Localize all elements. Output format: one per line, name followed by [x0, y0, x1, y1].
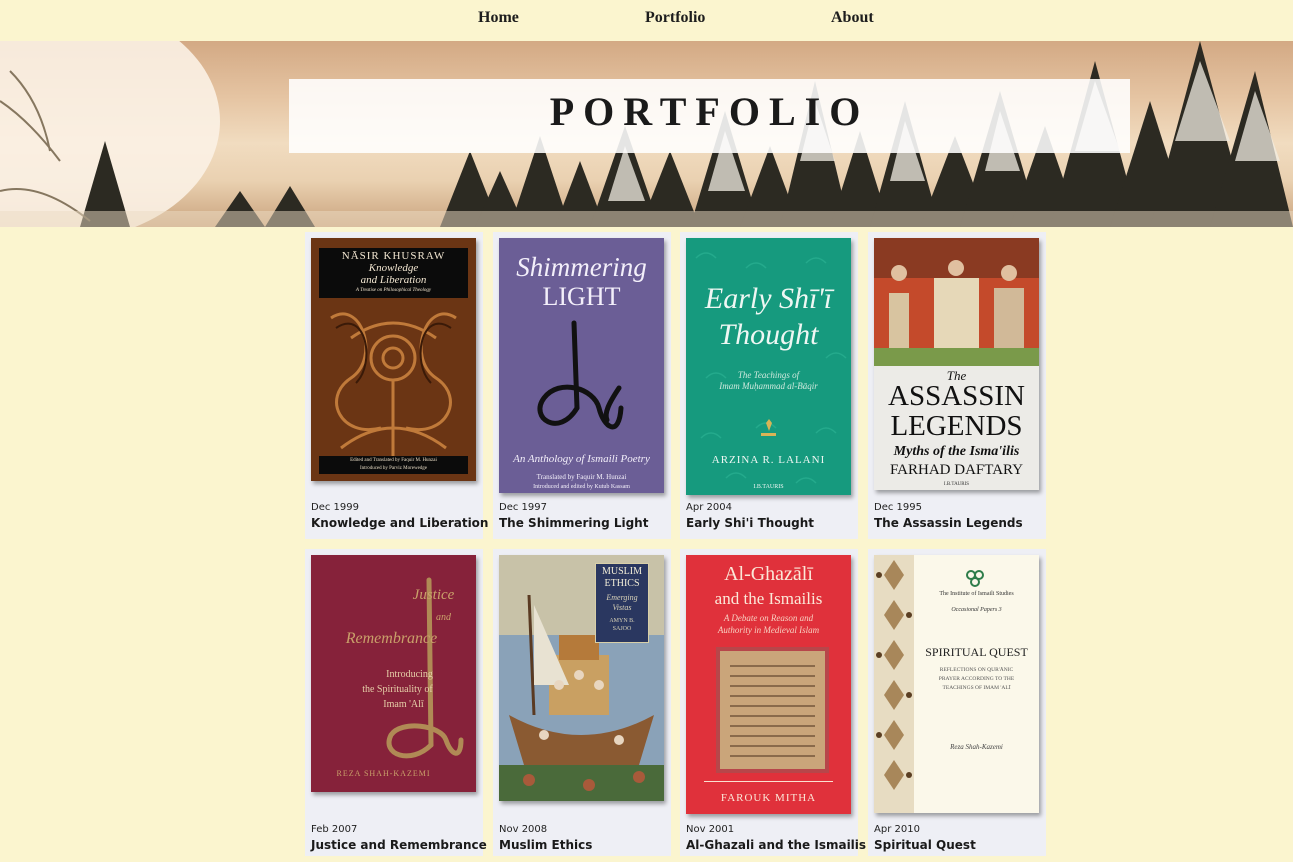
cover-author: NĀSIR KHUSRAW: [341, 250, 446, 262]
page-title: PORTFOLIO: [549, 89, 870, 134]
cover-title-line1: Early Shī'ī: [704, 282, 833, 315]
cover-credit1: Translated by Faquir M. Hunzai: [536, 473, 627, 481]
cover-author1: AMYN B.: [609, 618, 635, 624]
cover-title-line1: Al-Ghazālī: [724, 563, 813, 585]
cover-title-line2: and Liberation: [360, 274, 427, 286]
book-cover-early-shii-thought[interactable]: Early Shī'ī Thought The Teachings of Ima…: [686, 238, 851, 495]
book-card-the-shimmering-light[interactable]: Shimmering LIGHT An Anthology of Ismaili…: [493, 232, 671, 539]
hero-title-box: PORTFOLIO: [289, 79, 1130, 153]
cover-author: ARZINA R. LALANI: [711, 454, 826, 466]
book-cover-al-ghazali-and-the-ismailis[interactable]: Al-Ghazālī and the Ismailis A Debate on …: [686, 555, 851, 814]
book-date: Dec 1995: [874, 502, 922, 513]
book-cover-muslim-ethics[interactable]: MUSLIM ETHICS Emerging Vistas AMYN B. SA…: [499, 555, 664, 801]
cover-credit2: Introduced and edited by Kutub Kassam: [533, 484, 630, 490]
cover-subtitle2: the Spirituality of: [362, 684, 433, 695]
cover-author: Reza Shah-Kazemi: [950, 743, 1003, 751]
book-date: Feb 2007: [311, 824, 358, 835]
book-date: Apr 2010: [874, 824, 920, 835]
book-card-al-ghazali-and-the-ismailis[interactable]: Al-Ghazālī and the Ismailis A Debate on …: [680, 549, 866, 856]
cover-title-line2: Thought: [718, 318, 819, 351]
cover-title-line1: Knowledge: [368, 262, 419, 274]
cover-subtitle1: A Debate on Reason and: [723, 613, 814, 623]
cover-credit1: Edited and Translated by Faquir M. Hunza…: [350, 458, 437, 463]
cover-subtitle2: PRAYER ACCORDING TO THE: [938, 676, 1015, 682]
cover-title-line2: LEGENDS: [890, 410, 1023, 442]
book-date: Dec 1997: [499, 502, 547, 513]
book-date: Nov 2008: [499, 824, 548, 835]
cover-subtitle3: TEACHINGS OF IMAM 'ALĪ: [942, 685, 1011, 691]
nav-portfolio-link[interactable]: Portfolio: [645, 9, 705, 27]
cover-author: FAROUK MITHA: [720, 792, 817, 804]
book-card-justice-and-remembrance[interactable]: Justice and Remembrance Introducing the …: [305, 549, 487, 856]
book-date: Nov 2001: [686, 824, 735, 835]
book-title[interactable]: The Shimmering Light: [499, 516, 648, 530]
cover-title-line1: Justice: [412, 587, 455, 603]
book-card-the-assassin-legends[interactable]: The ASSASSIN LEGENDS Myths of the Isma'i…: [868, 232, 1046, 539]
cover-institute: The Institute of Ismaili Studies: [939, 591, 1014, 597]
cover-author: FARHAD DAFTARY: [889, 462, 1024, 478]
nav-home-link[interactable]: Home: [478, 9, 519, 27]
book-title[interactable]: Muslim Ethics: [499, 838, 592, 852]
book-title[interactable]: Justice and Remembrance: [311, 838, 487, 852]
book-cover-spiritual-quest[interactable]: The Institute of Ismaili Studies Occasio…: [874, 555, 1039, 813]
cover-series: Occasional Papers 3: [951, 607, 1002, 613]
manuscript-image: [716, 647, 829, 773]
book-card-early-shii-thought[interactable]: Early Shī'ī Thought The Teachings of Ima…: [680, 232, 858, 539]
cover-title-line2: and the Ismailis: [714, 589, 823, 608]
book-cover-the-assassin-legends[interactable]: The ASSASSIN LEGENDS Myths of the Isma'i…: [874, 238, 1039, 490]
cover-title: SPIRITUAL QUEST: [925, 645, 1028, 659]
nav-about-link[interactable]: About: [831, 9, 874, 27]
book-title[interactable]: Knowledge and Liberation: [311, 516, 488, 530]
book-card-knowledge-and-liberation[interactable]: NĀSIR KHUSRAW Knowledge and Liberation A…: [305, 232, 488, 539]
cover-subtitle2: Vistas: [612, 603, 632, 612]
cover-subtitle2: Imam Muḥammad al-Bāqir: [719, 381, 818, 391]
top-nav: Home Portfolio About: [0, 0, 1293, 41]
cover-publisher: I.B.TAURIS: [943, 482, 970, 487]
book-title[interactable]: The Assassin Legends: [874, 516, 1023, 530]
book-cover-justice-and-remembrance[interactable]: Justice and Remembrance Introducing the …: [311, 555, 476, 792]
cover-subtitle1: REFLECTIONS ON QUR'ĀNIC: [939, 667, 1014, 673]
cover-title-line2: and: [436, 612, 451, 623]
cover-author: REZA SHAH-KAZEMI: [336, 769, 431, 778]
book-cover-the-shimmering-light[interactable]: Shimmering LIGHT An Anthology of Ismaili…: [499, 238, 664, 493]
hero-banner: PORTFOLIO: [0, 41, 1293, 227]
manuscript-script-lines: [730, 665, 815, 757]
cover-credit2: Introduced by Parviz Morewedge: [359, 466, 428, 471]
book-title[interactable]: Spiritual Quest: [874, 838, 976, 852]
cover-subtitle3: Imam 'Alī: [383, 699, 424, 710]
book-card-spiritual-quest[interactable]: The Institute of Ismaili Studies Occasio…: [868, 549, 1046, 856]
cover-title-line2: ETHICS: [604, 578, 640, 589]
cover-divider: [704, 781, 833, 782]
cover-subtitle1: Emerging: [606, 593, 638, 602]
book-title[interactable]: Al-Ghazali and the Ismailis: [686, 838, 866, 852]
cover-title-line3: Remembrance: [345, 630, 438, 647]
cover-title-line1: ASSASSIN: [888, 380, 1025, 412]
book-title[interactable]: Early Shi'i Thought: [686, 516, 814, 530]
cover-subtitle1: Introducing: [386, 669, 433, 680]
cover-subtitle1: The Teachings of: [737, 370, 800, 380]
cover-title-line1: MUSLIM: [601, 566, 642, 577]
book-card-muslim-ethics[interactable]: MUSLIM ETHICS Emerging Vistas AMYN B. SA…: [493, 549, 671, 856]
cover-publisher: I.B.TAURIS: [753, 484, 784, 490]
book-cover-knowledge-and-liberation[interactable]: NĀSIR KHUSRAW Knowledge and Liberation A…: [311, 238, 476, 481]
cover-author2: SAJOO: [612, 626, 632, 632]
cover-subtitle: Myths of the Isma'ilis: [893, 444, 1020, 459]
book-date: Apr 2004: [686, 502, 732, 513]
cover-subtitle: An Anthology of Ismaili Poetry: [513, 453, 650, 465]
cover-subtitle: A Treatise on Philosophical Theology: [355, 288, 432, 293]
cover-subtitle2: Authority in Medieval Islam: [717, 625, 820, 635]
book-date: Dec 1999: [311, 502, 359, 513]
